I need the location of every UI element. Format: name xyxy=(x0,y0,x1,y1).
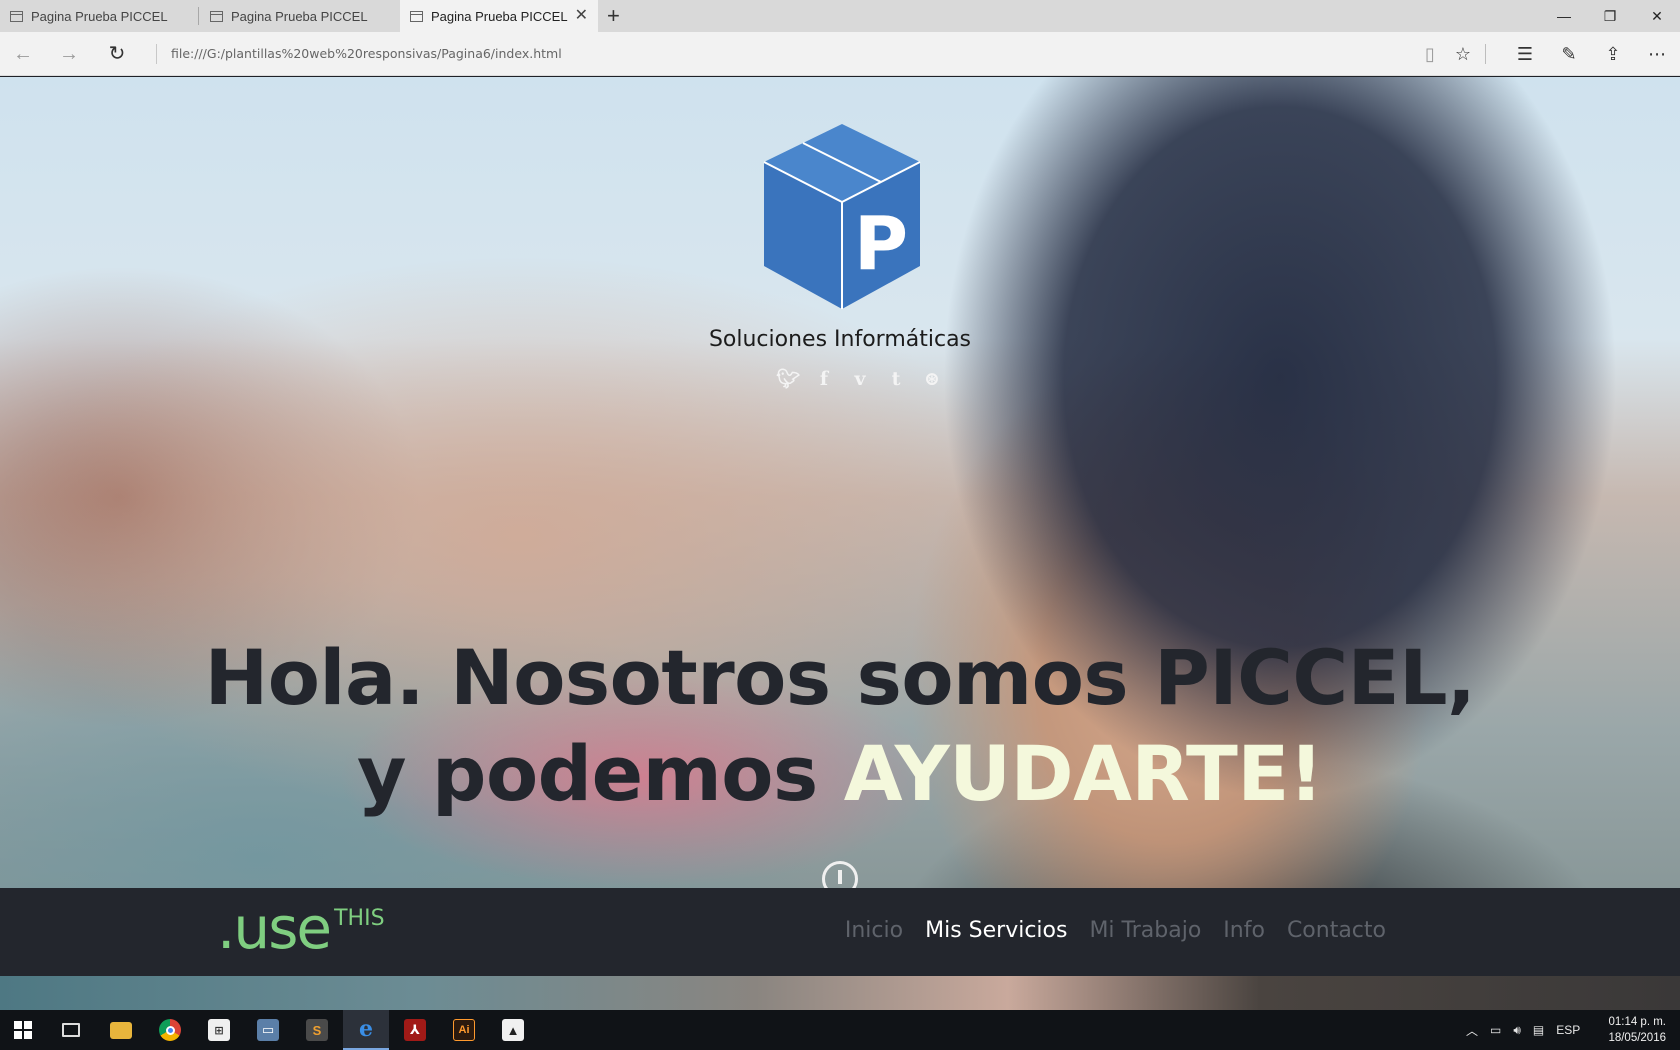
social-links: 🐦︎ f v t ⊛ xyxy=(776,367,944,391)
browser-tab[interactable]: Pagina Prueba PICCEL xyxy=(200,0,398,32)
store-bag-icon: ⊞ xyxy=(208,1019,230,1041)
store-button[interactable]: ⊞ xyxy=(196,1010,242,1050)
acrobat-button[interactable]: ⅄ xyxy=(392,1010,438,1050)
edge-icon: e xyxy=(359,1016,373,1042)
windows-logo-icon xyxy=(14,1021,32,1039)
reading-view-icon[interactable]: ▯ xyxy=(1415,40,1445,68)
page-icon xyxy=(210,10,223,22)
system-tray: ︿ ▭ 🔊︎ ▤ ESP xyxy=(1466,1010,1580,1050)
tumblr-icon[interactable]: t xyxy=(884,367,908,391)
photos-button[interactable]: ▲ xyxy=(490,1010,536,1050)
hero-background-continued xyxy=(0,976,1680,1011)
tab-title: Pagina Prueba PICCEL xyxy=(431,8,568,24)
chrome-button[interactable] xyxy=(147,1010,193,1050)
volume-icon[interactable]: 🔊︎ xyxy=(1513,1023,1521,1038)
site-menu: Inicio Mis Servicios Mi Trabajo Info Con… xyxy=(845,918,1386,943)
photos-icon: ▲ xyxy=(502,1019,524,1041)
show-hidden-icons-icon[interactable]: ︿ xyxy=(1466,1022,1478,1039)
nav-link-inicio[interactable]: Inicio xyxy=(845,918,903,943)
nav-link-info[interactable]: Info xyxy=(1223,918,1265,943)
browser-toolbar: ← → ↻ file:///G:/plantillas%20web%20resp… xyxy=(0,32,1680,76)
site-logo-main: .use xyxy=(217,894,332,962)
brand-tagline: Soluciones Informáticas xyxy=(708,327,972,352)
action-center-icon[interactable]: ▤ xyxy=(1533,1023,1544,1037)
refresh-button[interactable]: ↻ xyxy=(102,40,132,68)
tab-title: Pagina Prueba PICCEL xyxy=(31,8,168,24)
twitter-icon[interactable]: 🐦︎ xyxy=(776,367,800,391)
close-window-button[interactable]: ✕ xyxy=(1634,0,1680,32)
headline-line-1: Hola. Nosotros somos PICCEL, xyxy=(204,633,1476,722)
chrome-icon xyxy=(159,1019,181,1041)
site-logo-sup: THIS xyxy=(334,906,385,931)
forward-button[interactable]: → xyxy=(54,40,84,68)
page-icon xyxy=(410,10,423,22)
more-options-icon[interactable]: ⋯ xyxy=(1642,40,1672,68)
hub-icon[interactable]: ☰ xyxy=(1510,40,1540,68)
browser-tab-bar: Pagina Prueba PICCEL Pagina Prueba PICCE… xyxy=(0,0,1680,32)
folder-icon xyxy=(110,1021,132,1039)
illustrator-button[interactable]: Ai xyxy=(441,1010,487,1050)
file-explorer-button[interactable] xyxy=(98,1010,144,1050)
monitor-icon: ▭ xyxy=(257,1019,279,1041)
input-language[interactable]: ESP xyxy=(1556,1023,1580,1037)
new-tab-button[interactable]: + xyxy=(607,4,620,28)
logo-letter: P xyxy=(854,201,908,287)
task-view-icon xyxy=(62,1023,80,1037)
headline-line-2: y podemos AYUDARTE! xyxy=(0,726,1680,822)
sublime-icon: S xyxy=(306,1019,328,1041)
back-button[interactable]: ← xyxy=(8,40,38,68)
system-clock[interactable]: 01:14 p. m. 18/05/2016 xyxy=(1608,1014,1666,1046)
headline-accent: AYUDARTE! xyxy=(843,729,1324,818)
browser-tab-active[interactable]: Pagina Prueba PICCEL ✕ xyxy=(400,0,598,32)
restore-button[interactable]: ❐ xyxy=(1587,0,1633,32)
nav-link-mi-trabajo[interactable]: Mi Trabajo xyxy=(1089,918,1201,943)
share-icon[interactable]: ⇪ xyxy=(1598,40,1628,68)
address-bar[interactable]: file:///G:/plantillas%20web%20responsiva… xyxy=(156,44,562,64)
site-logo[interactable]: .use THIS xyxy=(217,894,385,962)
acrobat-icon: ⅄ xyxy=(404,1019,426,1041)
minimize-button[interactable]: — xyxy=(1541,0,1587,32)
hero-headline: Hola. Nosotros somos PICCEL, y podemos A… xyxy=(0,630,1680,822)
vimeo-icon[interactable]: v xyxy=(848,367,872,391)
sublime-text-button[interactable]: S xyxy=(294,1010,340,1050)
piccel-cube-logo: P xyxy=(763,124,921,309)
nav-link-mis-servicios[interactable]: Mis Servicios xyxy=(925,918,1067,943)
windows-taskbar: ⊞ ▭ S e ⅄ Ai ▲ ︿ ▭ 🔊︎ ▤ ESP 01:14 p. m. … xyxy=(0,1010,1680,1050)
headline-prefix: y podemos xyxy=(357,729,844,818)
tab-title: Pagina Prueba PICCEL xyxy=(231,8,368,24)
hero-section: P Soluciones Informáticas 🐦︎ f v t ⊛ Hol… xyxy=(0,77,1680,1011)
clock-date: 18/05/2016 xyxy=(1608,1032,1666,1044)
nav-link-contacto[interactable]: Contacto xyxy=(1287,918,1386,943)
web-note-icon[interactable]: ✎ xyxy=(1554,40,1584,68)
edge-button[interactable]: e xyxy=(343,1010,389,1050)
facebook-icon[interactable]: f xyxy=(812,367,836,391)
favorite-star-icon[interactable]: ☆ xyxy=(1448,40,1478,68)
start-button[interactable] xyxy=(0,1010,46,1050)
close-tab-icon[interactable]: ✕ xyxy=(575,8,588,24)
site-navigation: .use THIS Inicio Mis Servicios Mi Trabajo… xyxy=(0,888,1680,976)
page-icon xyxy=(10,10,23,22)
clock-time: 01:14 p. m. xyxy=(1608,1016,1666,1028)
network-icon[interactable]: ▭ xyxy=(1490,1023,1501,1037)
browser-tab[interactable]: Pagina Prueba PICCEL xyxy=(0,0,198,32)
dribbble-icon[interactable]: ⊛ xyxy=(920,367,944,391)
illustrator-icon: Ai xyxy=(453,1019,475,1041)
task-view-button[interactable] xyxy=(48,1010,94,1050)
remote-desktop-button[interactable]: ▭ xyxy=(245,1010,291,1050)
